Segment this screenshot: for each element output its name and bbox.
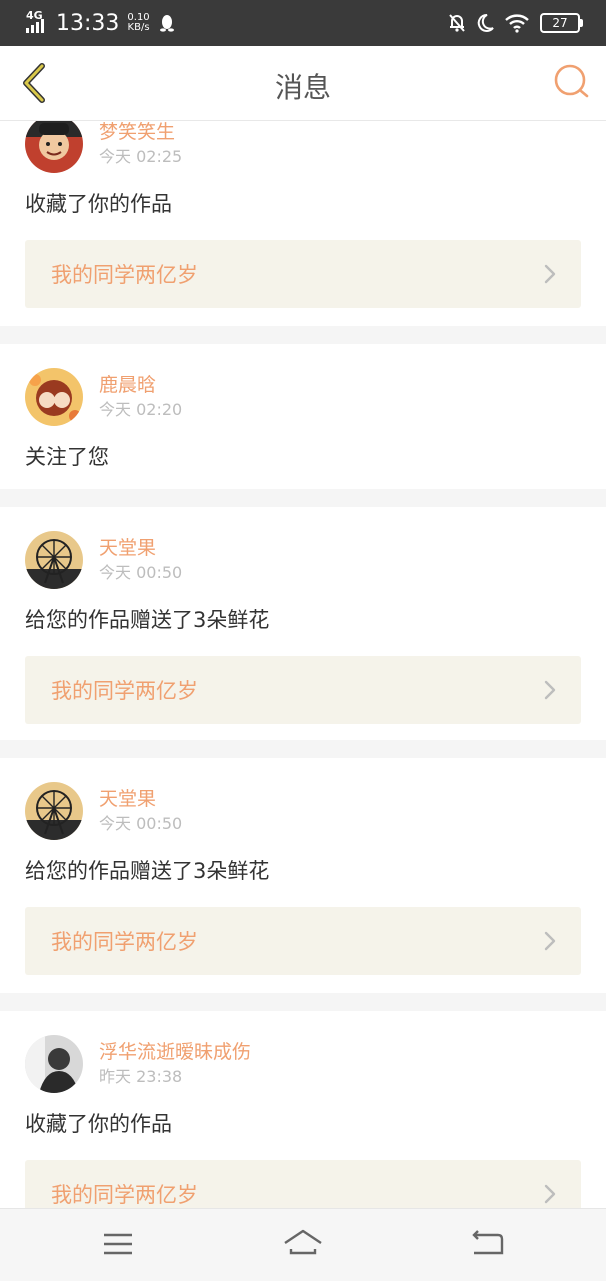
qq-penguin-icon <box>159 15 174 32</box>
activity-text: 给您的作品赠送了3朵鲜花 <box>25 859 270 883</box>
cellular-signal-icon: 4G <box>26 10 50 36</box>
work-link[interactable]: 我的同学两亿岁 <box>25 656 581 724</box>
system-nav-bar <box>0 1208 606 1281</box>
page-title: 消息 <box>274 71 331 104</box>
wifi-icon <box>505 14 529 33</box>
clock: 13:33 <box>56 10 120 36</box>
battery-level: 27 <box>552 16 568 30</box>
username[interactable]: 天堂果 <box>99 533 156 560</box>
menu-icon[interactable] <box>98 1227 138 1261</box>
status-bar: 4G 13:33 0.10 KB/s 27 <box>0 0 606 46</box>
network-speed: 0.10 KB/s <box>127 13 149 33</box>
message-card: 天堂果 今天 00:50 给您的作品赠送了3朵鲜花 我的同学两亿岁 <box>0 758 606 993</box>
chevron-right-icon <box>544 264 556 284</box>
avatar[interactable] <box>25 531 83 589</box>
activity-text: 收藏了你的作品 <box>25 192 172 216</box>
work-title: 我的同学两亿岁 <box>51 1183 198 1207</box>
work-title: 我的同学两亿岁 <box>51 263 198 287</box>
username[interactable]: 天堂果 <box>99 784 156 811</box>
message-list[interactable]: 梦笑笑生 今天 02:25 收藏了你的作品 我的同学两亿岁 鹿晨晗 今天 02:… <box>0 121 606 1208</box>
activity-text: 关注了您 <box>25 445 109 469</box>
timestamp: 今天 00:50 <box>99 563 183 582</box>
username[interactable]: 鹿晨晗 <box>99 370 156 397</box>
work-link[interactable]: 我的同学两亿岁 <box>25 1160 581 1208</box>
work-link[interactable]: 我的同学两亿岁 <box>25 240 581 308</box>
timestamp: 今天 02:20 <box>99 400 183 419</box>
message-card: 鹿晨晗 今天 02:20 关注了您 <box>0 344 606 489</box>
chevron-right-icon <box>544 1184 556 1204</box>
work-link[interactable]: 我的同学两亿岁 <box>25 907 581 975</box>
message-card: 梦笑笑生 今天 02:25 收藏了你的作品 我的同学两亿岁 <box>0 121 606 326</box>
avatar[interactable] <box>25 1035 83 1093</box>
avatar[interactable] <box>25 121 83 173</box>
activity-text: 给您的作品赠送了3朵鲜花 <box>25 608 270 632</box>
work-title: 我的同学两亿岁 <box>51 679 198 703</box>
chevron-right-icon <box>544 931 556 951</box>
speed-unit: KB/s <box>127 22 150 33</box>
title-bar: 消息 <box>0 46 606 121</box>
message-card: 天堂果 今天 00:50 给您的作品赠送了3朵鲜花 我的同学两亿岁 <box>0 507 606 740</box>
username[interactable]: 梦笑笑生 <box>99 121 175 144</box>
home-icon[interactable] <box>283 1227 323 1261</box>
search-icon[interactable] <box>552 62 592 102</box>
moon-icon <box>477 13 494 32</box>
timestamp: 昨天 23:38 <box>99 1067 183 1086</box>
notifications-off-icon <box>449 14 465 32</box>
chevron-right-icon <box>544 680 556 700</box>
message-card: 浮华流逝暧昧成伤 昨天 23:38 收藏了你的作品 我的同学两亿岁 <box>0 1011 606 1208</box>
avatar[interactable] <box>25 782 83 840</box>
timestamp: 今天 00:50 <box>99 814 183 833</box>
timestamp: 今天 02:25 <box>99 147 183 166</box>
username[interactable]: 浮华流逝暧昧成伤 <box>99 1037 251 1064</box>
avatar[interactable] <box>25 368 83 426</box>
battery-icon: 27 <box>540 13 583 33</box>
back-icon[interactable] <box>468 1227 508 1261</box>
activity-text: 收藏了你的作品 <box>25 1112 172 1136</box>
work-title: 我的同学两亿岁 <box>51 930 198 954</box>
